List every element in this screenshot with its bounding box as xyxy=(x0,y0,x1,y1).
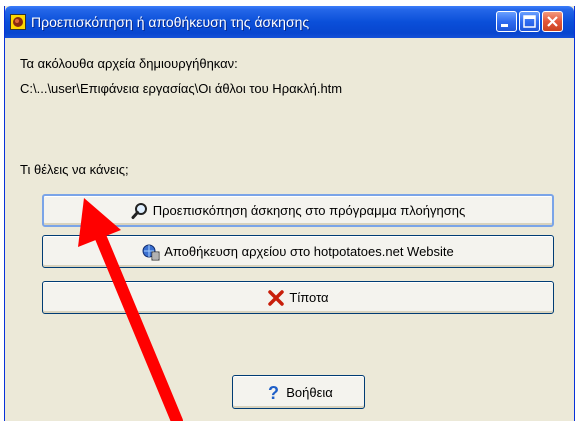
maximize-button[interactable] xyxy=(519,11,540,32)
window-title: Προεπισκόπηση ή αποθήκευση της άσκησης xyxy=(31,14,310,30)
preview-in-browser-button[interactable]: Προεπισκόπηση άσκησης στο πρόγραμμα πλοή… xyxy=(42,194,554,227)
minimize-button[interactable] xyxy=(496,11,517,32)
title-bar[interactable]: Προεπισκόπηση ή αποθήκευση της άσκησης xyxy=(5,6,574,38)
save-to-hotpotatoes-button[interactable]: Αποθήκευση αρχείου στο hotpotatoes.net W… xyxy=(42,235,554,268)
minimize-icon xyxy=(501,24,508,27)
help-button[interactable]: ? Βοήθεια xyxy=(232,375,365,409)
magnifier-icon xyxy=(131,202,147,219)
nothing-button-label: Τίποτα xyxy=(289,290,329,305)
svg-text:?: ? xyxy=(268,383,279,401)
created-files-label: Τα ακόλουθα αρχεία δημιουργήθηκαν: xyxy=(20,56,238,71)
dialog-window: Προεπισκόπηση ή αποθήκευση της άσκησης Τ… xyxy=(4,6,575,421)
question-mark-icon: ? xyxy=(268,383,279,401)
save-button-label: Αποθήκευση αρχείου στο hotpotatoes.net W… xyxy=(164,244,454,259)
nothing-button[interactable]: Τίποτα xyxy=(42,281,554,314)
hotpotatoes-app-icon xyxy=(10,14,26,30)
help-button-label: Βοήθεια xyxy=(286,384,333,400)
close-icon xyxy=(547,16,558,27)
file-path-text: C:\...\user\Επιφάνεια εργασίας\Οι άθλοι … xyxy=(20,81,343,96)
maximize-icon xyxy=(523,15,536,28)
question-label: Τι θέλεις να κάνεις; xyxy=(20,162,129,177)
red-x-icon xyxy=(268,289,285,306)
close-button[interactable] xyxy=(542,11,563,32)
web-upload-icon xyxy=(142,244,160,260)
preview-button-label: Προεπισκόπηση άσκησης στο πρόγραμμα πλοή… xyxy=(152,203,466,218)
